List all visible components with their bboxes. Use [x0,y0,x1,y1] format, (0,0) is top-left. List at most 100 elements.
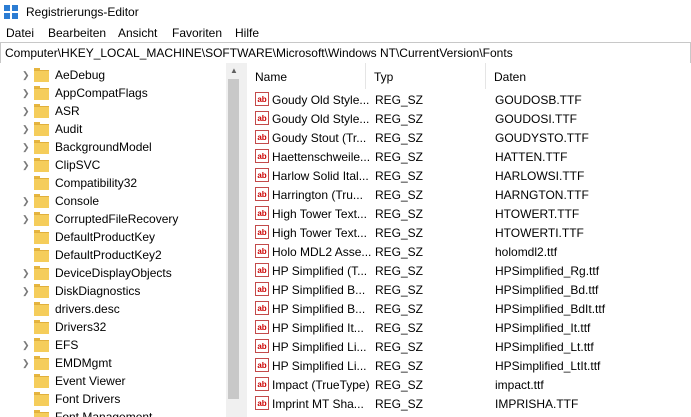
value-data: HPSimplified_Bd.ttf [495,283,599,297]
column-header-name[interactable]: Name [247,63,366,89]
value-name: Harlow Solid Ital... [272,169,369,183]
expand-chevron-icon[interactable]: ❯ [22,106,30,117]
folder-icon [34,374,49,388]
tree-item[interactable]: ❯ AppCompatFlags [0,84,226,102]
regedit-icon [4,5,18,19]
tree-item[interactable]: Drivers32 [0,318,226,336]
expand-chevron-icon[interactable]: ❯ [22,88,30,99]
menu-ansicht[interactable]: Ansicht [118,26,157,40]
column-header-type[interactable]: Typ [366,63,486,89]
tree-item[interactable]: DefaultProductKey2 [0,246,226,264]
value-row[interactable]: ab Harrington (Tru... REG_SZ HARNGTON.TTF [247,185,691,204]
tree-item[interactable]: ❯ CorruptedFileRecovery [0,210,226,228]
tree-item-label: BackgroundModel [55,140,152,154]
string-value-icon: ab [255,358,269,372]
value-name: Goudy Old Style... [272,93,370,107]
scroll-thumb[interactable] [228,79,239,399]
value-row[interactable]: ab Haettenschweile... REG_SZ HATTEN.TTF [247,147,691,166]
tree-item[interactable]: Compatibility32 [0,174,226,192]
value-row[interactable]: ab Holo MDL2 Asse... REG_SZ holomdl2.ttf [247,242,691,261]
expand-chevron-icon[interactable]: ❯ [22,142,30,153]
value-data: HARNGTON.TTF [495,188,589,202]
expand-chevron-icon[interactable]: ❯ [22,214,30,225]
tree-item[interactable]: Font Drivers [0,390,226,408]
menu-bearbeiten[interactable]: Bearbeiten [48,26,106,40]
folder-icon [34,230,49,244]
folder-icon [34,284,49,298]
tree-item[interactable]: Event Viewer [0,372,226,390]
expand-chevron-icon[interactable]: ❯ [22,286,30,297]
folder-icon [34,122,49,136]
value-row[interactable]: ab Goudy Old Style... REG_SZ GOUDOSB.TTF [247,90,691,109]
column-header-data[interactable]: Daten [486,63,691,89]
tree-item[interactable]: ❯ Console [0,192,226,210]
address-bar[interactable]: Computer\HKEY_LOCAL_MACHINE\SOFTWARE\Mic… [0,42,691,64]
value-row[interactable]: ab Goudy Old Style... REG_SZ GOUDOSI.TTF [247,109,691,128]
string-value-icon: ab [255,320,269,334]
expand-chevron-icon[interactable]: ❯ [22,124,30,135]
tree-item-label: DefaultProductKey2 [55,248,162,262]
address-path[interactable]: Computer\HKEY_LOCAL_MACHINE\SOFTWARE\Mic… [5,46,513,60]
value-row[interactable]: ab HP Simplified Li... REG_SZ HPSimplified_… [247,356,691,375]
tree-item-label: Console [55,194,100,208]
value-data: HPSimplified_BdIt.ttf [495,302,606,316]
folder-icon [34,320,49,334]
folder-icon [34,410,49,417]
value-row[interactable]: ab High Tower Text... REG_SZ HTOWERT.TTF [247,204,691,223]
value-row[interactable]: ab Impact (TrueType) REG_SZ impact.ttf [247,375,691,394]
value-row[interactable]: ab HP Simplified It... REG_SZ HPSimplified_… [247,318,691,337]
expand-chevron-icon[interactable]: ❯ [22,160,30,171]
value-row[interactable]: ab HP Simplified B... REG_SZ HPSimplified_B… [247,299,691,318]
tree-item[interactable]: ❯ AeDebug [0,66,226,84]
value-data: HPSimplified_It.ttf [495,321,591,335]
tree-item[interactable]: ❯ EFS [0,336,226,354]
value-row[interactable]: ab HP Simplified (T... REG_SZ HPSimplified_… [247,261,691,280]
tree-item[interactable]: ❯ BackgroundModel [0,138,226,156]
tree-item[interactable]: ❯ DeviceDisplayObjects [0,264,226,282]
value-data: HARLOWSI.TTF [495,169,585,183]
value-row[interactable]: ab Harlow Solid Ital... REG_SZ HARLOWSI.TTF [247,166,691,185]
value-type: REG_SZ [375,397,424,411]
value-name: Imprint MT Sha... [272,397,364,411]
tree-item[interactable]: ❯ ASR [0,102,226,120]
tree-item[interactable]: ❯ DiskDiagnostics [0,282,226,300]
tree-item-label: ASR [55,104,80,118]
value-type: REG_SZ [375,378,424,392]
tree-item[interactable]: ❯ ClipSVC [0,156,226,174]
value-type: REG_SZ [375,302,424,316]
menu-datei[interactable]: Datei [6,26,34,40]
value-row[interactable]: ab High Tower Text... REG_SZ HTOWERTI.TTF [247,223,691,242]
value-row[interactable]: ab Goudy Stout (Tr... REG_SZ GOUDYSTO.TTF [247,128,691,147]
value-name: High Tower Text... [272,207,367,221]
value-row[interactable]: ab HP Simplified B... REG_SZ HPSimplified_B… [247,280,691,299]
expand-chevron-icon[interactable]: ❯ [22,196,30,207]
expand-chevron-icon[interactable]: ❯ [22,358,30,369]
string-value-icon: ab [255,301,269,315]
tree-scrollbar[interactable]: ▲ [226,63,241,417]
tree-item-label: Audit [55,122,83,136]
scroll-up-arrow-icon[interactable]: ▲ [230,66,238,75]
folder-icon [34,194,49,208]
column-header-data-label: Daten [494,70,527,84]
tree-item[interactable]: DefaultProductKey [0,228,226,246]
value-data: GOUDYSTO.TTF [495,131,589,145]
tree-item[interactable]: drivers.desc [0,300,226,318]
tree-item-label: EFS [55,338,79,352]
menu-favoriten[interactable]: Favoriten [172,26,222,40]
string-value-icon: ab [255,377,269,391]
menu-hilfe[interactable]: Hilfe [235,26,259,40]
key-tree: ❯ AeDebug ❯ AppCompatFlags ❯ ASR ❯ Audit ❯ Backgr… [0,63,241,417]
tree-item[interactable]: ❯ EMDMgmt [0,354,226,372]
value-row[interactable]: ab HP Simplified Li... REG_SZ HPSimplified_… [247,337,691,356]
value-name: Impact (TrueType) [272,378,370,392]
expand-chevron-icon[interactable]: ❯ [22,70,30,81]
expand-chevron-icon[interactable]: ❯ [22,268,30,279]
expand-chevron-icon[interactable]: ❯ [22,340,30,351]
tree-item[interactable]: ❯ Audit [0,120,226,138]
value-row[interactable]: ab Imprint MT Sha... REG_SZ IMPRISHA.TTF [247,394,691,413]
tree-item[interactable]: Font Management [0,408,226,417]
folder-icon [34,140,49,154]
tree-item-label: CorruptedFileRecovery [55,212,179,226]
tree-item-label: ClipSVC [55,158,101,172]
value-data: GOUDOSI.TTF [495,112,577,126]
